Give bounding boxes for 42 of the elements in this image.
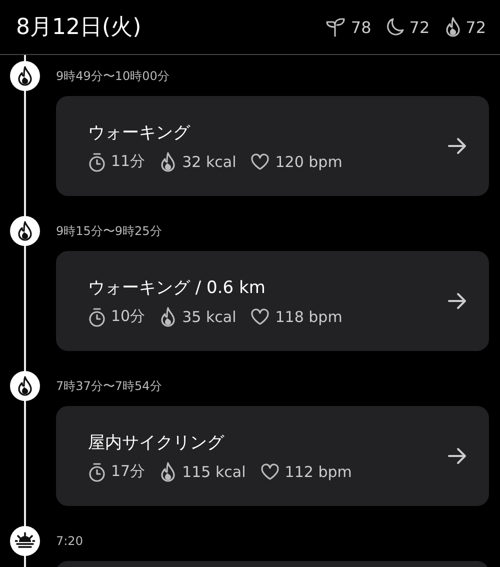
activity-title: ウォーキング / 0.6 km (88, 276, 266, 298)
sprout-icon (324, 17, 347, 37)
flame-icon (16, 221, 34, 241)
score-value: 72 (466, 18, 486, 36)
duration-text: 11分 (111, 152, 146, 171)
flame-icon (159, 306, 178, 326)
flame-icon (16, 66, 34, 86)
arrow-right-icon (447, 137, 467, 155)
heart-icon (250, 152, 270, 170)
flame-icon (159, 462, 178, 482)
flame-icon (159, 152, 178, 172)
heart-rate-text: 112 bpm (284, 462, 352, 480)
heart-rate-text: 120 bpm (275, 152, 342, 170)
stopwatch-icon (88, 462, 106, 482)
activity-card[interactable]: ウォーキング 11分 32 kcal 120 bpm (56, 96, 489, 196)
activity-title: ウォーキング (88, 122, 192, 144)
event-time: 7:20 (56, 534, 83, 548)
calories-text: 32 kcal (182, 152, 236, 170)
score-value: 78 (350, 18, 372, 36)
duration-text: 17分 (111, 462, 146, 481)
heart-icon (250, 308, 270, 326)
calories-text: 115 kcal (182, 462, 246, 480)
date-title: 8月12日(火) (16, 14, 142, 42)
event-time: 9時49分〜10時00分 (56, 68, 170, 84)
activity-card[interactable]: ウォーキング / 0.6 km 10分 35 kcal 118 bpm (56, 251, 489, 351)
score-value: 72 (409, 18, 430, 36)
stopwatch-icon (88, 152, 106, 172)
heart-icon (260, 462, 280, 480)
calories-text: 35 kcal (182, 308, 236, 326)
stopwatch-icon (88, 306, 106, 326)
event-time: 7時37分〜7時54分 (56, 378, 162, 394)
flame-icon (444, 17, 462, 37)
arrow-right-icon (447, 292, 467, 310)
heart-rate-text: 118 bpm (275, 308, 342, 326)
activity-card[interactable]: 屋内サイクリング 17分 115 kcal 112 bpm (56, 406, 489, 506)
arrow-right-icon (447, 447, 467, 465)
event-time: 9時15分〜9時25分 (56, 222, 162, 240)
moon-icon (385, 17, 406, 37)
duration-text: 10分 (111, 307, 146, 326)
flame-icon (16, 376, 34, 396)
sunrise-icon (15, 532, 35, 550)
activity-title: 屋内サイクリング (88, 432, 226, 454)
